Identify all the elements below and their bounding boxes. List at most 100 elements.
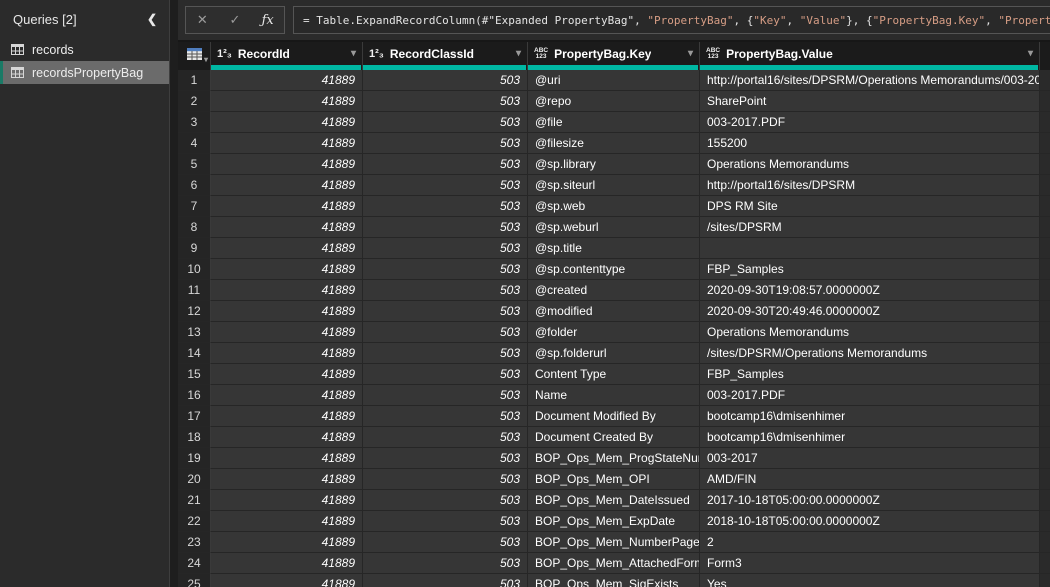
cell-propertybag-key[interactable]: BOP_Ops_Mem_AttachedForms — [528, 553, 700, 574]
cell-record-id[interactable]: 41889 — [211, 70, 363, 91]
row-number[interactable]: 7 — [178, 196, 211, 217]
row-number[interactable]: 3 — [178, 112, 211, 133]
cell-propertybag-key[interactable]: @sp.title — [528, 238, 700, 259]
cell-record-id[interactable]: 41889 — [211, 490, 363, 511]
row-number[interactable]: 11 — [178, 280, 211, 301]
row-number[interactable]: 15 — [178, 364, 211, 385]
row-number[interactable]: 20 — [178, 469, 211, 490]
cell-propertybag-value[interactable]: http://portal16/sites/DPSRM — [700, 175, 1040, 196]
cell-propertybag-value[interactable]: Yes — [700, 574, 1040, 587]
cell-record-id[interactable]: 41889 — [211, 406, 363, 427]
cell-record-id[interactable]: 41889 — [211, 154, 363, 175]
cell-propertybag-value[interactable]: http://portal16/sites/DPSRM/Operations M… — [700, 70, 1040, 91]
cell-record-class-id[interactable]: 503 — [363, 301, 528, 322]
row-number[interactable]: 23 — [178, 532, 211, 553]
cell-record-id[interactable]: 41889 — [211, 553, 363, 574]
cell-record-id[interactable]: 41889 — [211, 532, 363, 553]
cell-propertybag-value[interactable]: SharePoint — [700, 91, 1040, 112]
cell-propertybag-value[interactable]: DPS RM Site — [700, 196, 1040, 217]
column-filter-dropdown-icon[interactable]: ▾ — [351, 48, 358, 59]
row-number[interactable]: 21 — [178, 490, 211, 511]
row-number[interactable]: 16 — [178, 385, 211, 406]
cell-propertybag-value[interactable]: 003-2017.PDF — [700, 112, 1040, 133]
row-number[interactable]: 9 — [178, 238, 211, 259]
cell-propertybag-key[interactable]: @sp.library — [528, 154, 700, 175]
cell-record-class-id[interactable]: 503 — [363, 154, 528, 175]
cell-record-id[interactable]: 41889 — [211, 112, 363, 133]
cell-propertybag-value[interactable]: 003-2017.PDF — [700, 385, 1040, 406]
cell-propertybag-value[interactable]: bootcamp16\dmisenhimer — [700, 427, 1040, 448]
cell-propertybag-key[interactable]: @sp.siteurl — [528, 175, 700, 196]
cell-record-id[interactable]: 41889 — [211, 385, 363, 406]
row-number[interactable]: 12 — [178, 301, 211, 322]
cell-record-class-id[interactable]: 503 — [363, 532, 528, 553]
cell-record-class-id[interactable]: 503 — [363, 112, 528, 133]
query-list-item[interactable]: recordsPropertyBag — [0, 61, 169, 84]
cell-propertybag-value[interactable]: /sites/DPSRM — [700, 217, 1040, 238]
cell-propertybag-key[interactable]: @sp.contenttype — [528, 259, 700, 280]
row-number[interactable]: 13 — [178, 322, 211, 343]
cell-record-class-id[interactable]: 503 — [363, 70, 528, 91]
cell-propertybag-value[interactable]: bootcamp16\dmisenhimer — [700, 406, 1040, 427]
row-number[interactable]: 25 — [178, 574, 211, 587]
cell-propertybag-value[interactable]: 2018-10-18T05:00:00.0000000Z — [700, 511, 1040, 532]
cell-record-id[interactable]: 41889 — [211, 448, 363, 469]
cell-propertybag-key[interactable]: @file — [528, 112, 700, 133]
cell-propertybag-key[interactable]: @filesize — [528, 133, 700, 154]
cell-propertybag-key[interactable]: @repo — [528, 91, 700, 112]
cell-propertybag-key[interactable]: BOP_Ops_Mem_SigExists — [528, 574, 700, 587]
cell-record-class-id[interactable]: 503 — [363, 322, 528, 343]
cell-record-class-id[interactable]: 503 — [363, 217, 528, 238]
formula-input[interactable]: = Table.ExpandRecordColumn(#"Expanded Pr… — [293, 6, 1050, 34]
cell-record-class-id[interactable]: 503 — [363, 469, 528, 490]
row-number[interactable]: 8 — [178, 217, 211, 238]
cell-record-id[interactable]: 41889 — [211, 511, 363, 532]
column-header[interactable]: 1²₃ RecordClassId ▾ — [363, 42, 528, 70]
select-all-corner-button[interactable]: ▾ — [178, 42, 211, 70]
column-header[interactable]: ABC123 PropertyBag.Value ▾ — [700, 42, 1040, 70]
fx-add-step-icon[interactable]: ƒx — [255, 13, 281, 28]
row-number[interactable]: 18 — [178, 427, 211, 448]
cell-propertybag-key[interactable]: BOP_Ops_Mem_OPI — [528, 469, 700, 490]
cell-record-class-id[interactable]: 503 — [363, 175, 528, 196]
cell-record-id[interactable]: 41889 — [211, 343, 363, 364]
cell-record-id[interactable]: 41889 — [211, 301, 363, 322]
cell-propertybag-value[interactable]: 155200 — [700, 133, 1040, 154]
cell-record-id[interactable]: 41889 — [211, 259, 363, 280]
cell-record-id[interactable]: 41889 — [211, 280, 363, 301]
row-number[interactable]: 2 — [178, 91, 211, 112]
cell-record-class-id[interactable]: 503 — [363, 406, 528, 427]
cell-record-id[interactable]: 41889 — [211, 175, 363, 196]
cell-record-id[interactable]: 41889 — [211, 427, 363, 448]
cell-record-class-id[interactable]: 503 — [363, 385, 528, 406]
cell-propertybag-value[interactable] — [700, 238, 1040, 259]
cell-propertybag-value[interactable]: Operations Memorandums — [700, 322, 1040, 343]
cell-record-class-id[interactable]: 503 — [363, 490, 528, 511]
cell-propertybag-key[interactable]: BOP_Ops_Mem_DateIssued — [528, 490, 700, 511]
cell-propertybag-key[interactable]: Document Created By — [528, 427, 700, 448]
cell-propertybag-value[interactable]: 003-2017 — [700, 448, 1040, 469]
cell-propertybag-key[interactable]: Content Type — [528, 364, 700, 385]
cell-record-class-id[interactable]: 503 — [363, 133, 528, 154]
row-number[interactable]: 4 — [178, 133, 211, 154]
cell-propertybag-value[interactable]: 2020-09-30T19:08:57.0000000Z — [700, 280, 1040, 301]
cell-record-class-id[interactable]: 503 — [363, 574, 528, 587]
cell-record-class-id[interactable]: 503 — [363, 364, 528, 385]
cell-record-id[interactable]: 41889 — [211, 91, 363, 112]
cell-record-id[interactable]: 41889 — [211, 469, 363, 490]
cell-propertybag-key[interactable]: @folder — [528, 322, 700, 343]
row-number[interactable]: 17 — [178, 406, 211, 427]
column-filter-dropdown-icon[interactable]: ▾ — [1028, 48, 1035, 59]
row-number[interactable]: 5 — [178, 154, 211, 175]
cell-propertybag-value[interactable]: /sites/DPSRM/Operations Memorandums — [700, 343, 1040, 364]
cell-record-class-id[interactable]: 503 — [363, 259, 528, 280]
cell-propertybag-key[interactable]: Name — [528, 385, 700, 406]
column-header[interactable]: ABC123 PropertyBag.Key ▾ — [528, 42, 700, 70]
cell-record-id[interactable]: 41889 — [211, 322, 363, 343]
cell-propertybag-key[interactable]: Document Modified By — [528, 406, 700, 427]
collapse-pane-icon[interactable]: ❮ — [147, 12, 157, 26]
cell-record-class-id[interactable]: 503 — [363, 448, 528, 469]
row-number[interactable]: 6 — [178, 175, 211, 196]
cell-record-id[interactable]: 41889 — [211, 133, 363, 154]
cell-propertybag-key[interactable]: @sp.folderurl — [528, 343, 700, 364]
